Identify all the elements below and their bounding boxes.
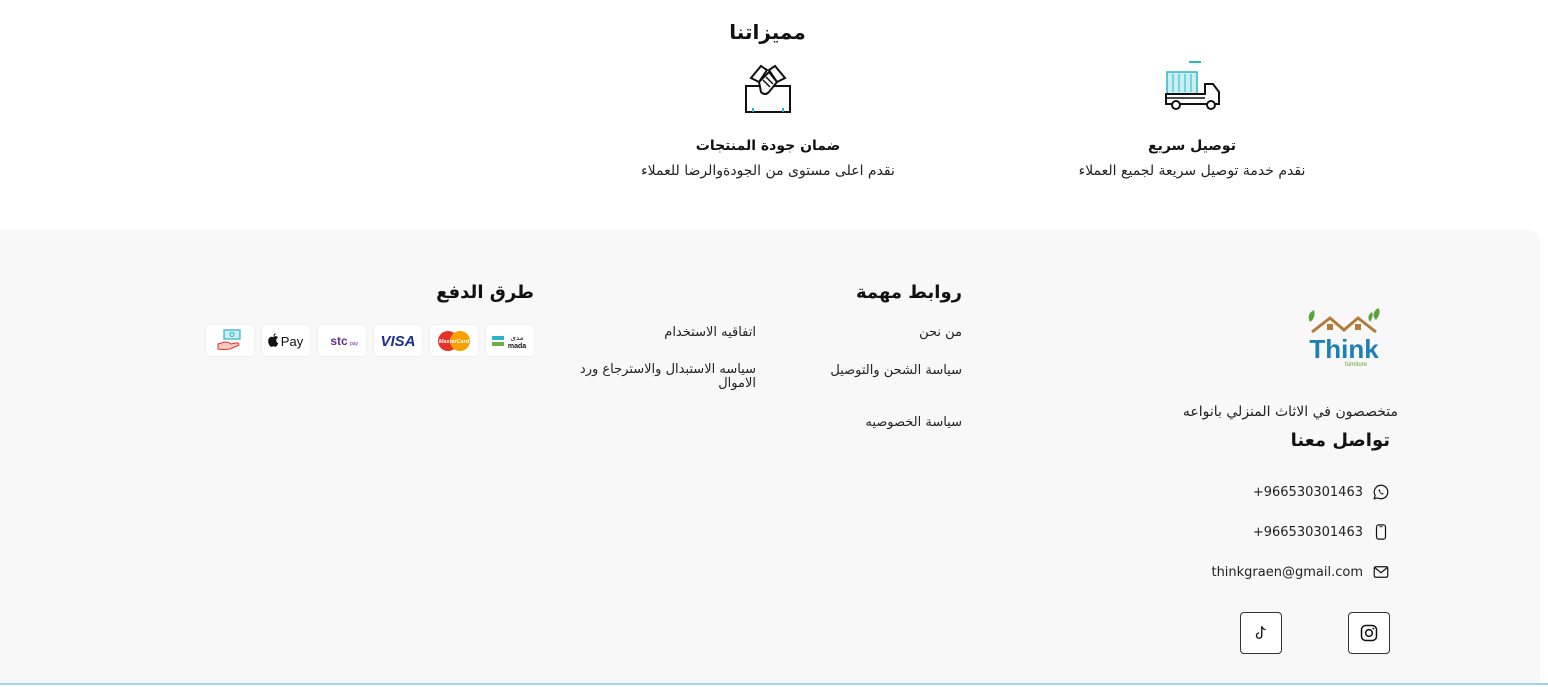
mastercard-logo: MasterCard	[430, 325, 478, 356]
svg-text:mada: mada	[508, 343, 526, 350]
payments-title: طرق الدفع	[436, 282, 534, 303]
mada-logo: مدى mada	[486, 325, 534, 356]
tiktok-icon	[1255, 626, 1266, 639]
contact-title: تواصل معنا	[1290, 430, 1390, 451]
phone-number: +966530301463	[1252, 524, 1363, 540]
svg-text:مدى: مدى	[511, 334, 524, 342]
svg-text:MasterCard: MasterCard	[439, 339, 470, 345]
contact-phone[interactable]: +966530301463	[1253, 523, 1390, 541]
contact-whatsapp[interactable]: +966530301463	[1253, 483, 1390, 501]
feature-title: ضمان جودة المنتجات	[695, 138, 841, 154]
mail-icon	[1373, 566, 1389, 578]
link-about-us[interactable]: من نحن	[919, 325, 962, 340]
footer-brand-column: Think furniture متخصصون في الاثاث المنزل…	[1150, 308, 1398, 654]
instagram-button[interactable]	[1348, 612, 1390, 654]
handshake-icon	[737, 58, 799, 120]
features-title: مميزاتنا	[729, 20, 806, 44]
link-shipping-policy[interactable]: سياسة الشحن والتوصيل	[830, 363, 962, 378]
feature-title: توصيل سريع	[1148, 138, 1236, 154]
applepay-logo: Pay	[262, 325, 310, 356]
svg-text:Pay: Pay	[281, 334, 304, 349]
feature-desc: نقدم خدمة توصيل سريعة لجميع العملاء	[1078, 163, 1306, 179]
footer: Think furniture متخصصون في الاثاث المنزل…	[0, 230, 1548, 685]
whatsapp-number: +966530301463	[1252, 484, 1363, 500]
payment-methods-row: مدى mada MasterCard VISA stc pay Pay	[206, 325, 534, 356]
brand-tagline: متخصصون في الاثاث المنزلي بانواعه	[1182, 404, 1398, 420]
stcpay-logo: stc pay	[318, 325, 366, 356]
svg-text:VISA: VISA	[380, 333, 415, 350]
feature-quality-guarantee: ضمان جودة المنتجات نقدم اعلى مستوى من ال…	[603, 58, 933, 179]
delivery-truck-icon	[1161, 58, 1223, 120]
svg-text:stc: stc	[330, 334, 348, 348]
brand-logo[interactable]: Think furniture	[1304, 308, 1384, 370]
link-terms-of-use[interactable]: اتفاقيه الاستخدام	[664, 325, 756, 340]
logo-text: Think	[1309, 334, 1379, 364]
svg-text:pay: pay	[350, 341, 359, 347]
links-title: روابط مهمة	[855, 282, 962, 303]
cash-on-delivery-icon	[206, 325, 254, 356]
visa-logo: VISA	[374, 325, 422, 356]
mobile-phone-icon	[1375, 524, 1387, 540]
tiktok-button[interactable]	[1240, 612, 1282, 654]
instagram-icon	[1360, 624, 1378, 642]
logo-subtext: furniture	[1345, 362, 1368, 368]
feature-fast-delivery: توصيل سريع نقدم خدمة توصيل سريعة لجميع ا…	[1027, 58, 1357, 179]
footer-bottom-border	[0, 683, 1548, 685]
feature-desc: نقدم اعلى مستوى من الجودةوالرضا للعملاء	[641, 163, 895, 179]
email-address: thinkgraen@gmail.com	[1211, 564, 1363, 580]
link-return-refund-policy[interactable]: سياسه الاستبدال والاسترجاع ورد الاموال	[566, 363, 756, 391]
contact-email[interactable]: thinkgraen@gmail.com	[1211, 563, 1390, 581]
link-privacy-policy[interactable]: سياسة الخصوصيه	[865, 415, 962, 430]
whatsapp-icon	[1373, 484, 1389, 500]
